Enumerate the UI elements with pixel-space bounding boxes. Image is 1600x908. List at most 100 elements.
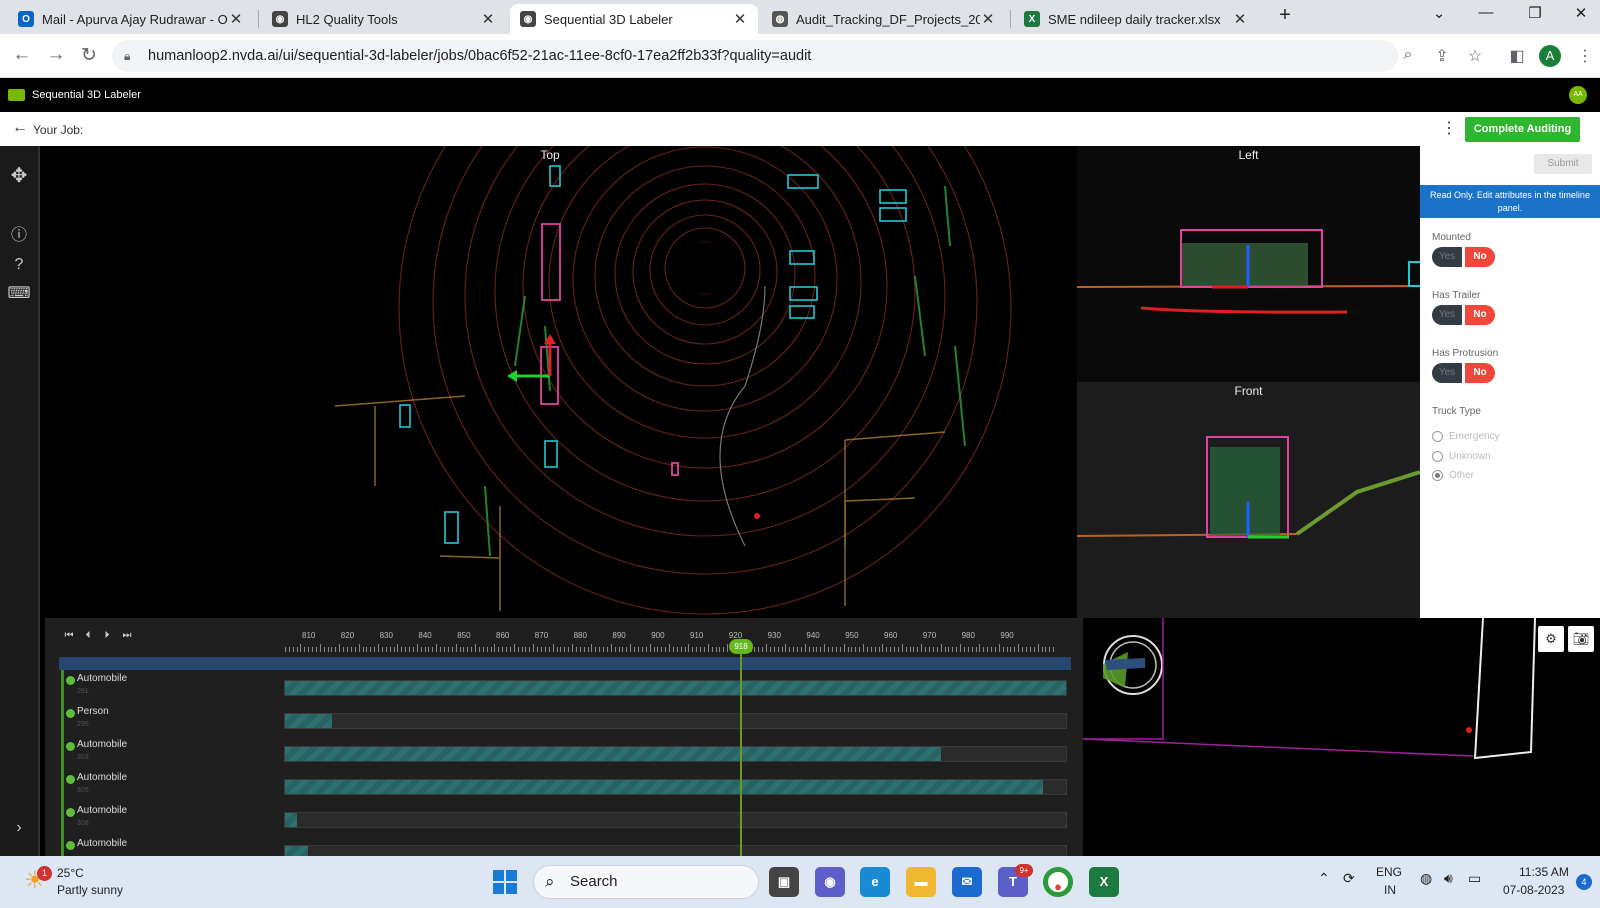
tab-search-chevron-icon[interactable]: ⌄ (1424, 4, 1454, 22)
truck-type-unknown-radio[interactable]: Unknown (1432, 451, 1491, 462)
profile-avatar[interactable]: A (1539, 45, 1561, 67)
tab-mail[interactable]: O Mail - Apurva Ajay Rudrawar - O ✕ (8, 4, 254, 34)
camera-button[interactable]: 📷︎ (1568, 626, 1594, 652)
submit-button[interactable]: Submit (1534, 154, 1592, 174)
track-check-icon[interactable] (66, 676, 75, 685)
timeline-ruler[interactable]: 810 820 830 840 850 860 870 880 890 900 910 920 930 9… (283, 618, 1073, 656)
weather-temp[interactable]: 25°C (57, 866, 84, 880)
side-panel-icon[interactable]: ◧ (1506, 46, 1528, 66)
step-back-icon[interactable]: ⏴ (81, 629, 95, 643)
mini-3d-viewport[interactable]: ⚙ 📷︎ (1083, 618, 1600, 856)
ruler-minor-tick (932, 647, 934, 652)
tab-audit-tracking[interactable]: ◍ Audit_Tracking_DF_Projects_2023 ✕ (762, 4, 1006, 34)
chrome-menu-icon[interactable]: ⋮ (1574, 46, 1596, 66)
weather-desc[interactable]: Partly sunny (57, 883, 123, 897)
has-trailer-yes-button[interactable]: Yes (1432, 305, 1462, 325)
has-protrusion-yes-button[interactable]: Yes (1432, 363, 1462, 383)
track-name[interactable]: Automobile (77, 838, 127, 849)
back-arrow-icon[interactable]: ← (12, 119, 28, 137)
skip-end-icon[interactable]: ⏭ (120, 629, 134, 643)
close-icon[interactable]: ✕ (980, 10, 996, 28)
close-icon[interactable]: ✕ (1232, 10, 1248, 28)
mail-icon[interactable]: ✉ (952, 867, 982, 897)
share-icon[interactable]: ⇪ (1431, 46, 1453, 66)
task-view-icon[interactable]: ▣ (769, 867, 799, 897)
clock-time[interactable]: 11:35 AM (1519, 865, 1569, 879)
show-hidden-icons-chevron[interactable]: ⌃ (1318, 870, 1330, 887)
keyboard-icon[interactable]: ⌨ (7, 282, 31, 306)
close-icon[interactable]: ✕ (732, 10, 748, 28)
playhead-frame-badge[interactable]: 918 (729, 639, 753, 654)
sync-icon[interactable]: ⟳ (1343, 870, 1355, 887)
track-name[interactable]: Automobile (77, 772, 127, 783)
track-check-icon[interactable] (66, 742, 75, 751)
file-explorer-icon[interactable]: ▬ (906, 867, 936, 897)
close-icon[interactable]: ✕ (480, 10, 496, 28)
reload-icon[interactable]: ↻ (77, 44, 101, 67)
settings-gear-button[interactable]: ⚙ (1538, 626, 1564, 652)
tab-sme-tracker[interactable]: X SME ndileep daily tracker.xlsx ✕ (1014, 4, 1258, 34)
address-bar[interactable]: 🔒︎ humanloop2.nvda.ai/ui/sequential-3d-l… (112, 40, 1398, 72)
start-windows-icon[interactable] (492, 869, 518, 895)
user-avatar[interactable]: AA (1569, 86, 1587, 104)
track-bar[interactable] (284, 713, 1067, 729)
track-bar[interactable] (284, 746, 1067, 762)
front-viewport[interactable]: Front (1077, 382, 1420, 618)
track-bar[interactable] (284, 680, 1067, 696)
close-icon[interactable]: ✕ (228, 10, 244, 28)
volume-icon[interactable]: 🔊︎ (1444, 870, 1453, 887)
more-options-icon[interactable]: ⋮ (1441, 118, 1457, 138)
minimize-button[interactable]: — (1471, 4, 1501, 21)
help-icon[interactable]: ? (7, 253, 31, 277)
track-check-icon[interactable] (66, 808, 75, 817)
mounted-no-button[interactable]: No (1465, 247, 1495, 267)
step-forward-icon[interactable]: ⏵ (100, 629, 114, 643)
track-name[interactable]: Person (77, 706, 109, 717)
ruler-minor-tick (874, 647, 876, 652)
excel-icon[interactable]: X (1089, 867, 1119, 897)
network-globe-icon[interactable]: ◍ (1420, 870, 1432, 887)
ruler-minor-tick (661, 647, 663, 652)
restore-button[interactable]: ❐ (1520, 4, 1550, 22)
top-view-label: Top (540, 148, 560, 162)
track-name[interactable]: Automobile (77, 805, 127, 816)
track-check-icon[interactable] (66, 775, 75, 784)
new-tab-button[interactable]: + (1270, 4, 1300, 27)
ruler-minor-tick (506, 647, 507, 652)
tab-sequential-3d-labeler[interactable]: ◉ Sequential 3D Labeler ✕ (510, 4, 758, 34)
track-bar[interactable] (284, 845, 1067, 856)
track-name[interactable]: Automobile (77, 673, 127, 684)
track-bar[interactable] (284, 812, 1067, 828)
track-bar[interactable] (284, 779, 1067, 795)
expand-chevron-icon[interactable]: › (7, 816, 31, 840)
top-viewport[interactable]: Top (45, 146, 1077, 618)
zoom-icon[interactable]: ⌕ (1397, 46, 1419, 64)
close-window-button[interactable]: ✕ (1566, 4, 1596, 22)
taskbar-search-input[interactable]: ⌕ Search (533, 865, 759, 899)
tab-hl2-quality-tools[interactable]: ◉ HL2 Quality Tools ✕ (262, 4, 506, 34)
clock-date[interactable]: 07-08-2023 (1503, 883, 1564, 897)
chrome-icon[interactable]: ● (1043, 867, 1073, 897)
mounted-yes-button[interactable]: Yes (1432, 247, 1462, 267)
battery-icon[interactable]: ▭ (1468, 870, 1481, 887)
edge-icon[interactable]: e (860, 867, 890, 897)
notification-count[interactable]: 4 (1576, 874, 1592, 890)
complete-auditing-button[interactable]: Complete Auditing (1465, 117, 1580, 142)
skip-start-icon[interactable]: ⏮ (62, 629, 76, 643)
track-name[interactable]: Automobile (77, 739, 127, 750)
chat-icon[interactable]: ◉ (815, 867, 845, 897)
has-protrusion-no-button[interactable]: No (1465, 363, 1495, 383)
bookmark-star-icon[interactable]: ☆ (1464, 46, 1486, 66)
forward-icon[interactable]: → (44, 44, 68, 66)
move-icon[interactable]: ✥ (7, 164, 31, 188)
track-check-icon[interactable] (66, 709, 75, 718)
truck-type-emergency-radio[interactable]: Emergency (1432, 431, 1500, 442)
track-check-icon[interactable] (66, 841, 75, 850)
back-icon[interactable]: ← (10, 44, 34, 66)
left-viewport[interactable]: Left (1077, 146, 1420, 382)
has-trailer-no-button[interactable]: No (1465, 305, 1495, 325)
info-icon[interactable]: ⓘ (7, 224, 31, 248)
truck-type-other-radio[interactable]: Other (1432, 470, 1474, 481)
region-code[interactable]: IN (1384, 883, 1396, 897)
language-code[interactable]: ENG (1376, 865, 1402, 879)
